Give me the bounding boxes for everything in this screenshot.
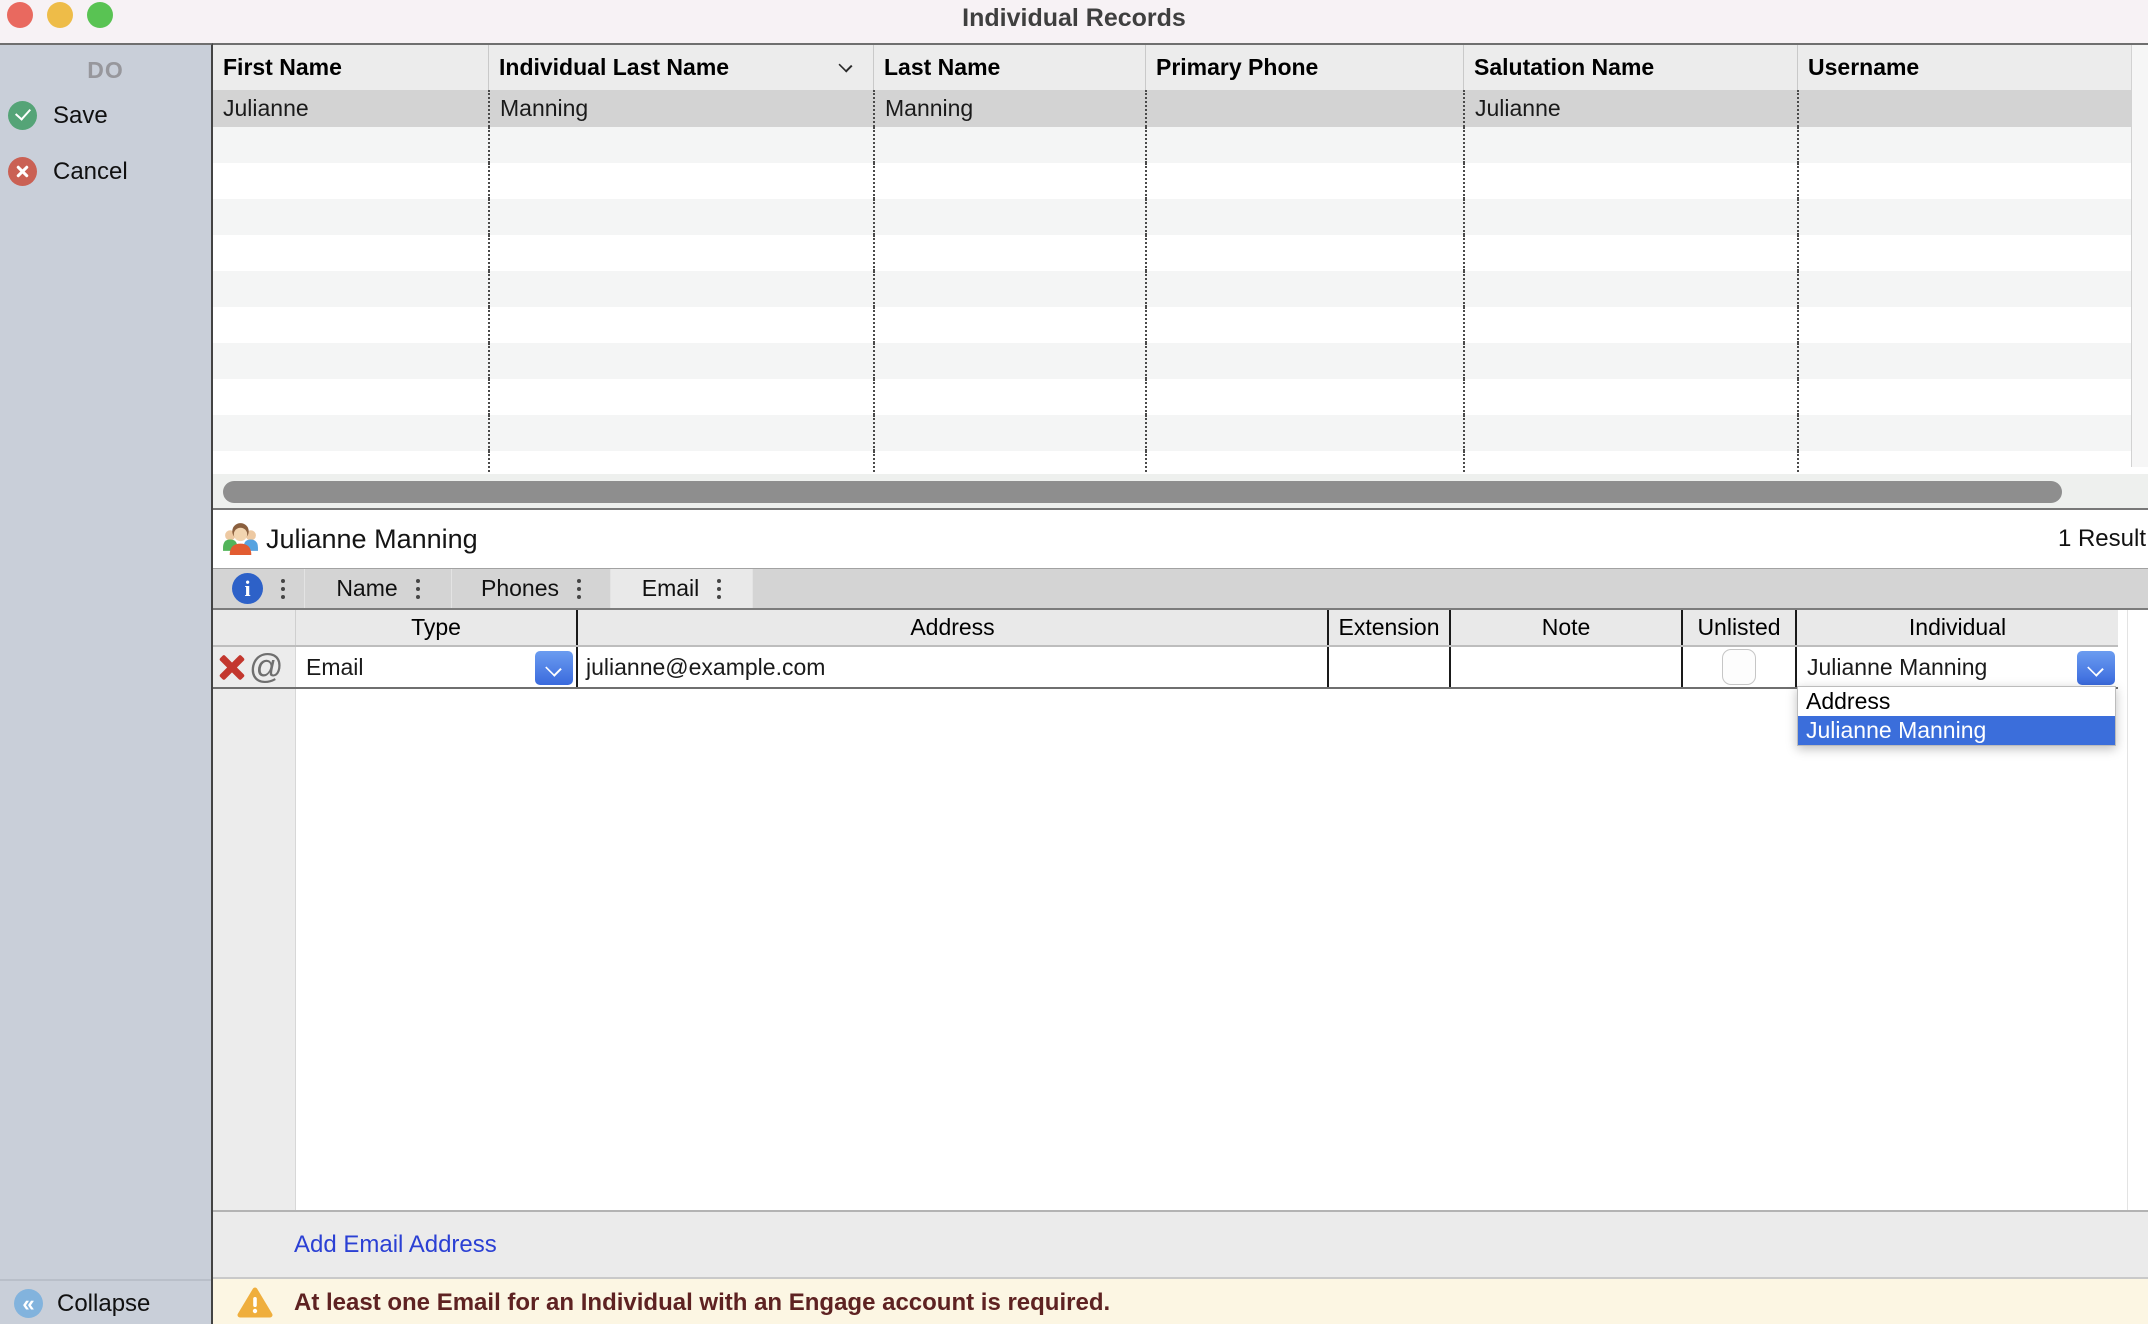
validation-warning-bar: At least one Email for an Individual wit…: [213, 1279, 2148, 1324]
collapse-button-label: Collapse: [57, 1290, 150, 1318]
kebab-menu-icon[interactable]: [281, 579, 285, 599]
kebab-menu-icon[interactable]: [577, 579, 581, 599]
column-header-address: Address: [576, 610, 1327, 645]
main-panel: First Name Individual Last Name Last Nam…: [213, 43, 2148, 1324]
horizontal-scrollbar-thumb[interactable]: [223, 481, 2062, 503]
email-at-icon: @: [249, 652, 284, 682]
unlisted-cell: [1681, 647, 1795, 687]
detail-tab-bar: i Name Phones Email: [213, 568, 2148, 610]
cell-primary-phone: [1145, 90, 1463, 127]
dropdown-option-address[interactable]: Address: [1798, 687, 2115, 716]
unlisted-checkbox[interactable]: [1722, 649, 1756, 685]
tab-phones[interactable]: Phones: [452, 569, 611, 608]
warning-message: At least one Email for an Individual wit…: [294, 1289, 1110, 1317]
result-count: 1 Result: [2058, 510, 2146, 568]
warning-triangle-icon: [237, 1287, 273, 1319]
table-row-empty[interactable]: [213, 415, 2131, 451]
note-field[interactable]: [1449, 647, 1681, 687]
chevron-down-icon[interactable]: [535, 651, 573, 685]
cell-last-name: Manning: [873, 90, 1145, 127]
column-header-extension: Extension: [1327, 610, 1449, 645]
sort-descending-icon: [838, 58, 852, 72]
column-header-note: Note: [1449, 610, 1681, 645]
table-row-empty[interactable]: [213, 307, 2131, 343]
info-icon: i: [232, 573, 263, 604]
email-type-value: Email: [306, 654, 364, 681]
vertical-scrollbar-gutter: [2131, 45, 2148, 467]
tab-email[interactable]: Email: [611, 569, 753, 608]
records-table-body: Julianne Manning Manning Julianne: [213, 90, 2131, 474]
individual-select[interactable]: Julianne Manning: [1797, 647, 2118, 687]
kebab-menu-icon[interactable]: [416, 579, 420, 599]
detail-panel-right-border: [2127, 610, 2128, 1210]
cell-individual-last-name: Manning: [488, 90, 873, 127]
cell-salutation-name: Julianne: [1463, 90, 1797, 127]
chevron-down-icon[interactable]: [2077, 651, 2115, 685]
table-row-empty[interactable]: [213, 271, 2131, 307]
save-check-icon: [8, 101, 37, 130]
sidebar: DO Save Cancel « Collapse: [0, 43, 213, 1324]
window-title: Individual Records: [0, 0, 2148, 36]
email-address-field[interactable]: julianne@example.com: [578, 654, 825, 681]
email-type-select[interactable]: Email: [296, 647, 576, 687]
records-table-header: First Name Individual Last Name Last Nam…: [213, 45, 2131, 90]
table-row-empty[interactable]: [213, 163, 2131, 199]
people-avatar-icon: [222, 520, 259, 557]
column-header-last-name[interactable]: Last Name: [873, 45, 1145, 90]
email-footer-strip: Add Email Address: [213, 1210, 2148, 1279]
save-button-label: Save: [53, 102, 108, 130]
table-row-empty[interactable]: [213, 379, 2131, 415]
record-section-header: Julianne Manning 1 Result: [213, 510, 2148, 568]
delete-row-icon[interactable]: [217, 652, 247, 682]
add-email-address-link[interactable]: Add Email Address: [294, 1212, 497, 1277]
table-row-empty[interactable]: [213, 199, 2131, 235]
cancel-button[interactable]: Cancel: [8, 157, 128, 186]
column-header-individual: Individual: [1795, 610, 2118, 645]
cell-username: [1797, 90, 2131, 127]
row-actions-column-header: [213, 610, 296, 645]
cell-first-name: Julianne: [213, 90, 488, 127]
table-row-selected[interactable]: Julianne Manning Manning Julianne: [213, 90, 2131, 127]
individual-value: Julianne Manning: [1807, 654, 1987, 681]
cancel-button-label: Cancel: [53, 158, 128, 186]
collapse-button[interactable]: « Collapse: [0, 1279, 211, 1324]
row-actions-column-strip: [213, 689, 296, 1210]
title-bar: Individual Records: [0, 0, 2148, 43]
email-table-header: Type Address Extension Note Unlisted Ind…: [213, 610, 2118, 647]
individual-dropdown-menu: Address Julianne Manning: [1797, 686, 2116, 746]
column-header-first-name[interactable]: First Name: [213, 45, 488, 90]
column-header-salutation-name[interactable]: Salutation Name: [1463, 45, 1797, 90]
table-row-empty[interactable]: [213, 127, 2131, 163]
column-header-unlisted: Unlisted: [1681, 610, 1795, 645]
email-table-row: @ Email julianne@example.com Julianne Ma…: [213, 647, 2118, 689]
extension-field[interactable]: [1327, 647, 1449, 687]
save-button[interactable]: Save: [8, 101, 108, 130]
table-row-empty[interactable]: [213, 451, 2131, 474]
dropdown-option-julianne-manning[interactable]: Julianne Manning: [1798, 716, 2115, 745]
record-title: Julianne Manning: [266, 510, 478, 568]
collapse-chevrons-icon: «: [14, 1289, 43, 1318]
tab-info[interactable]: i: [213, 569, 305, 608]
tab-name[interactable]: Name: [305, 569, 452, 608]
table-row-empty[interactable]: [213, 235, 2131, 271]
table-row-empty[interactable]: [213, 343, 2131, 379]
column-header-type: Type: [296, 610, 576, 645]
cancel-x-icon: [8, 157, 37, 186]
horizontal-scrollbar[interactable]: [213, 474, 2148, 510]
records-empty-rows: [213, 127, 2131, 474]
column-header-username[interactable]: Username: [1797, 45, 2131, 90]
sidebar-header: DO: [0, 57, 211, 84]
column-header-primary-phone[interactable]: Primary Phone: [1145, 45, 1463, 90]
column-header-individual-last-name[interactable]: Individual Last Name: [488, 45, 873, 90]
kebab-menu-icon[interactable]: [717, 579, 721, 599]
app-window: Individual Records DO Save Cancel « Coll…: [0, 0, 2148, 1324]
